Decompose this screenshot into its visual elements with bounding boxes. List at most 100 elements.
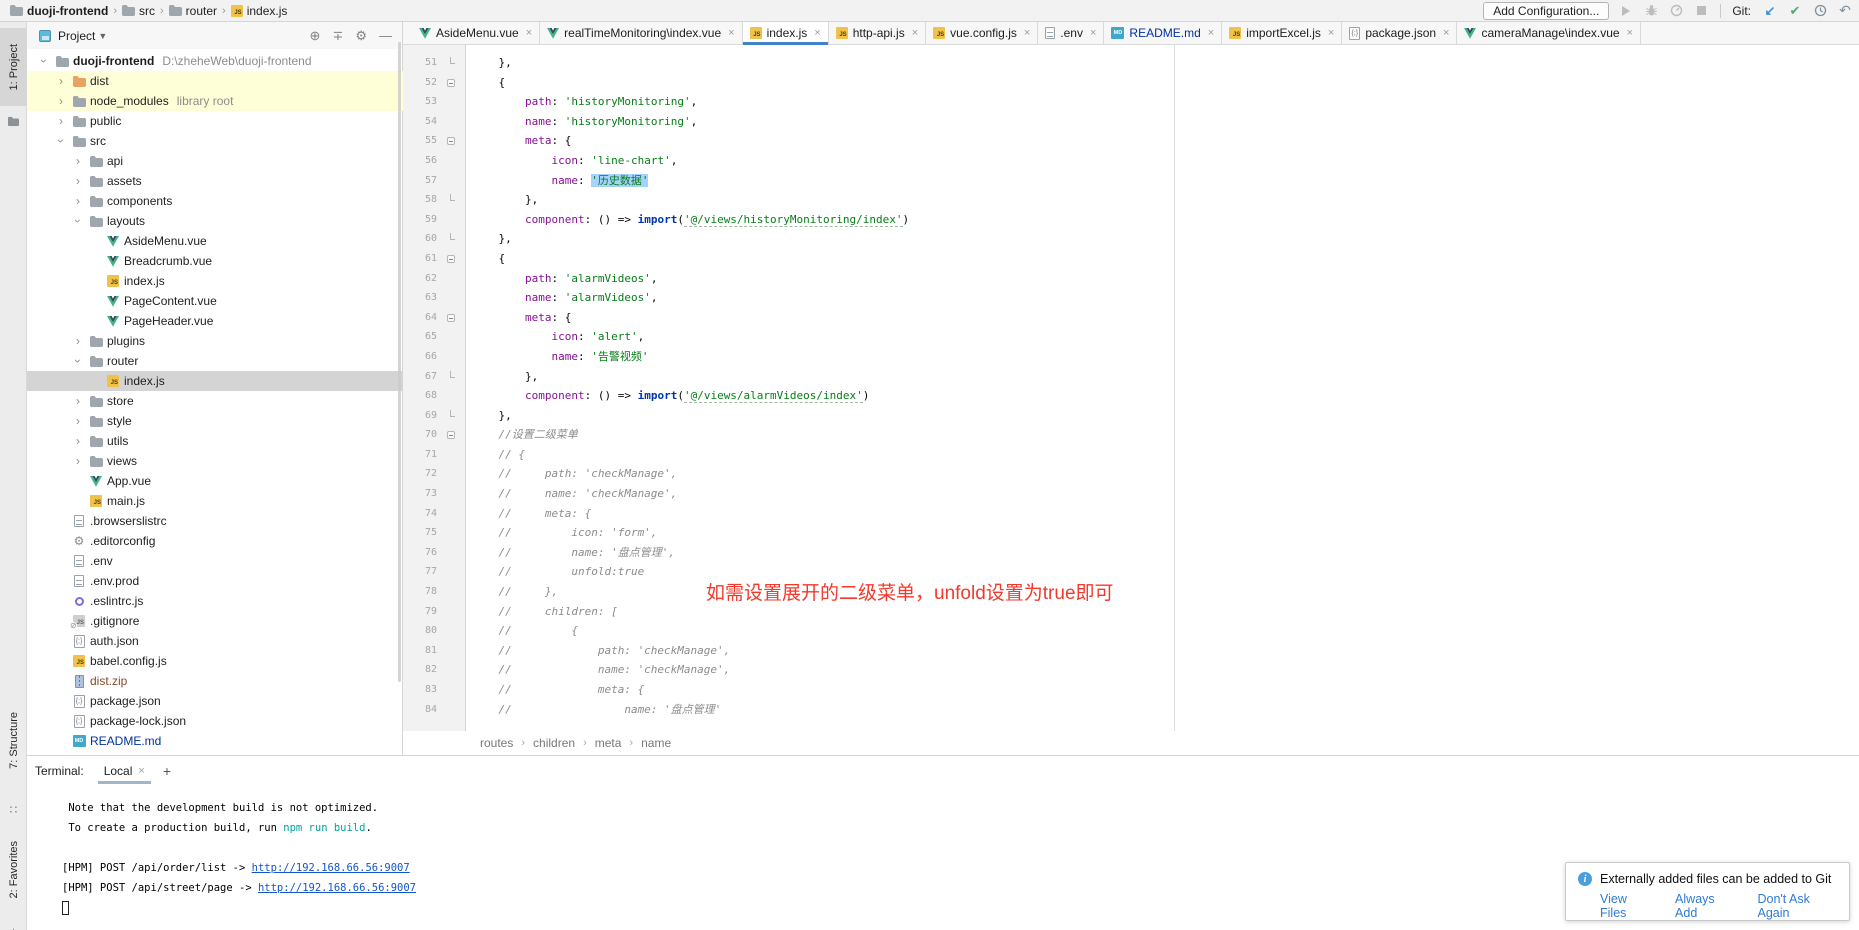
notification-action-link[interactable]: Don't Ask Again xyxy=(1757,892,1839,920)
panel-settings-icon[interactable]: ⚙ xyxy=(355,28,367,44)
new-terminal-session-icon[interactable]: + xyxy=(155,763,179,784)
tree-item[interactable]: .env.prod xyxy=(27,571,403,591)
tree-item[interactable]: App.vue xyxy=(27,471,403,491)
tree-item[interactable]: JSindex.js xyxy=(27,371,403,391)
stripe-button-structure[interactable]: 7: Structure xyxy=(0,690,27,790)
breadcrumb-item[interactable]: JSindex.js xyxy=(231,4,288,18)
editor-tab[interactable]: AsideMenu.vue× xyxy=(412,22,540,44)
tree-item[interactable]: ›public xyxy=(27,111,403,131)
editor-tab[interactable]: .env× xyxy=(1038,22,1104,44)
tree-item[interactable]: ›plugins xyxy=(27,331,403,351)
tree-item[interactable]: PageHeader.vue xyxy=(27,311,403,331)
close-icon[interactable]: × xyxy=(138,765,144,777)
code-editor[interactable]: 51 },52 {53 path: 'historyMonitoring',54… xyxy=(403,45,1859,731)
tree-item[interactable]: .browserslistrc xyxy=(27,511,403,531)
tree-expand-icon[interactable]: › xyxy=(56,114,66,128)
editor-tab[interactable]: cameraManage\index.vue× xyxy=(1457,22,1641,44)
tree-item[interactable]: ›api xyxy=(27,151,403,171)
editor-tab[interactable]: {;}package.json× xyxy=(1342,22,1457,44)
tree-item[interactable]: {;}auth.json xyxy=(27,631,403,651)
tree-item[interactable]: ›assets xyxy=(27,171,403,191)
tree-expand-icon[interactable]: › xyxy=(71,216,85,226)
breadcrumb-item[interactable]: duoji-frontend xyxy=(10,4,108,18)
locate-file-icon[interactable]: ⊕ xyxy=(310,28,321,44)
close-icon[interactable]: × xyxy=(912,27,918,39)
tree-item[interactable]: .eslintrc.js xyxy=(27,591,403,611)
tree-item[interactable]: AsideMenu.vue xyxy=(27,231,403,251)
tool-windows-grid-icon[interactable]: ∷ xyxy=(0,802,27,818)
close-icon[interactable]: × xyxy=(728,27,734,39)
fold-end-icon[interactable] xyxy=(450,57,455,64)
fold-marker-icon[interactable] xyxy=(447,431,455,439)
tree-item[interactable]: ›dist xyxy=(27,71,403,91)
editor-tab[interactable]: JSimportExcel.js× xyxy=(1222,22,1342,44)
git-update-icon[interactable]: ↙ xyxy=(1762,3,1778,19)
fold-marker-icon[interactable] xyxy=(447,137,455,145)
editor-tab[interactable]: JSindex.js× xyxy=(743,22,829,44)
fold-marker-icon[interactable] xyxy=(447,255,455,263)
tree-item[interactable]: ⚙.editorconfig xyxy=(27,531,403,551)
fold-end-icon[interactable] xyxy=(450,233,455,240)
tree-expand-icon[interactable]: › xyxy=(73,394,83,408)
tree-item[interactable]: JS⊘.gitignore xyxy=(27,611,403,631)
git-commit-icon[interactable]: ✔ xyxy=(1787,3,1803,19)
close-icon[interactable]: × xyxy=(814,27,820,39)
tree-scrollbar[interactable] xyxy=(398,42,401,682)
tree-expand-icon[interactable]: › xyxy=(73,194,83,208)
editor-tab[interactable]: JShttp-api.js× xyxy=(829,22,926,44)
notification-action-link[interactable]: View Files xyxy=(1600,892,1653,920)
breadcrumb-item[interactable]: src xyxy=(122,4,155,18)
editor-breadcrumb-item[interactable]: children xyxy=(533,736,575,750)
tree-item[interactable]: ›src xyxy=(27,131,403,151)
debug-icon[interactable] xyxy=(1643,3,1659,19)
project-tree[interactable]: ›duoji-frontendD:\zheheWeb\duoji-fronten… xyxy=(27,51,403,755)
tree-item[interactable]: Breadcrumb.vue xyxy=(27,251,403,271)
collapse-all-icon[interactable]: ∓ xyxy=(332,28,343,44)
close-icon[interactable]: × xyxy=(1208,27,1214,39)
add-configuration-button[interactable]: Add Configuration... xyxy=(1483,2,1609,20)
tree-expand-icon[interactable]: › xyxy=(56,94,66,108)
tree-item[interactable]: ›store xyxy=(27,391,403,411)
tree-item[interactable]: {;}package.json xyxy=(27,691,403,711)
editor-tab[interactable]: realTimeMonitoring\index.vue× xyxy=(540,22,742,44)
tree-item[interactable]: ›style xyxy=(27,411,403,431)
run-icon[interactable] xyxy=(1618,3,1634,19)
tree-expand-icon[interactable]: › xyxy=(73,174,83,188)
editor-tab[interactable]: JSvue.config.js× xyxy=(926,22,1038,44)
chevron-down-icon[interactable]: ▼ xyxy=(98,31,107,41)
git-rollback-icon[interactable]: ↶ xyxy=(1837,3,1853,19)
tree-item[interactable]: ›duoji-frontendD:\zheheWeb\duoji-fronten… xyxy=(27,51,403,71)
close-icon[interactable]: × xyxy=(1090,27,1096,39)
close-icon[interactable]: × xyxy=(1328,27,1334,39)
stop-icon[interactable] xyxy=(1693,3,1709,19)
project-panel-title[interactable]: Project xyxy=(58,29,95,43)
git-history-icon[interactable] xyxy=(1812,3,1828,19)
tree-expand-icon[interactable]: › xyxy=(56,74,66,88)
fold-marker-icon[interactable] xyxy=(447,314,455,322)
tree-expand-icon[interactable]: › xyxy=(54,136,68,146)
tree-item[interactable]: ›views xyxy=(27,451,403,471)
editor-breadcrumb-item[interactable]: name xyxy=(641,736,671,750)
tree-item[interactable]: .env xyxy=(27,551,403,571)
tree-item[interactable]: JSmain.js xyxy=(27,491,403,511)
tree-item[interactable]: ›layouts xyxy=(27,211,403,231)
tree-expand-icon[interactable]: › xyxy=(73,334,83,348)
tree-item[interactable]: MDREADME.md xyxy=(27,731,403,751)
run-with-coverage-icon[interactable] xyxy=(1668,3,1684,19)
tree-item[interactable]: JSbabel.config.js xyxy=(27,651,403,671)
close-icon[interactable]: × xyxy=(1443,27,1449,39)
stripe-button-favorites[interactable]: 2: Favorites xyxy=(0,822,27,918)
tree-expand-icon[interactable]: › xyxy=(71,356,85,366)
editor-breadcrumb-item[interactable]: routes xyxy=(480,736,513,750)
breadcrumb-item[interactable]: router xyxy=(169,4,217,18)
close-icon[interactable]: × xyxy=(1024,27,1030,39)
close-icon[interactable]: × xyxy=(1627,27,1633,39)
tree-item[interactable]: ›utils xyxy=(27,431,403,451)
hide-panel-icon[interactable]: — xyxy=(379,28,392,43)
editor-tab[interactable]: MDREADME.md× xyxy=(1104,22,1222,44)
editor-breadcrumb-item[interactable]: meta xyxy=(595,736,622,750)
tree-expand-icon[interactable]: › xyxy=(73,414,83,428)
tree-item[interactable]: ›node_moduleslibrary root xyxy=(27,91,403,111)
tree-item[interactable]: JSindex.js xyxy=(27,271,403,291)
tree-expand-icon[interactable]: › xyxy=(73,434,83,448)
